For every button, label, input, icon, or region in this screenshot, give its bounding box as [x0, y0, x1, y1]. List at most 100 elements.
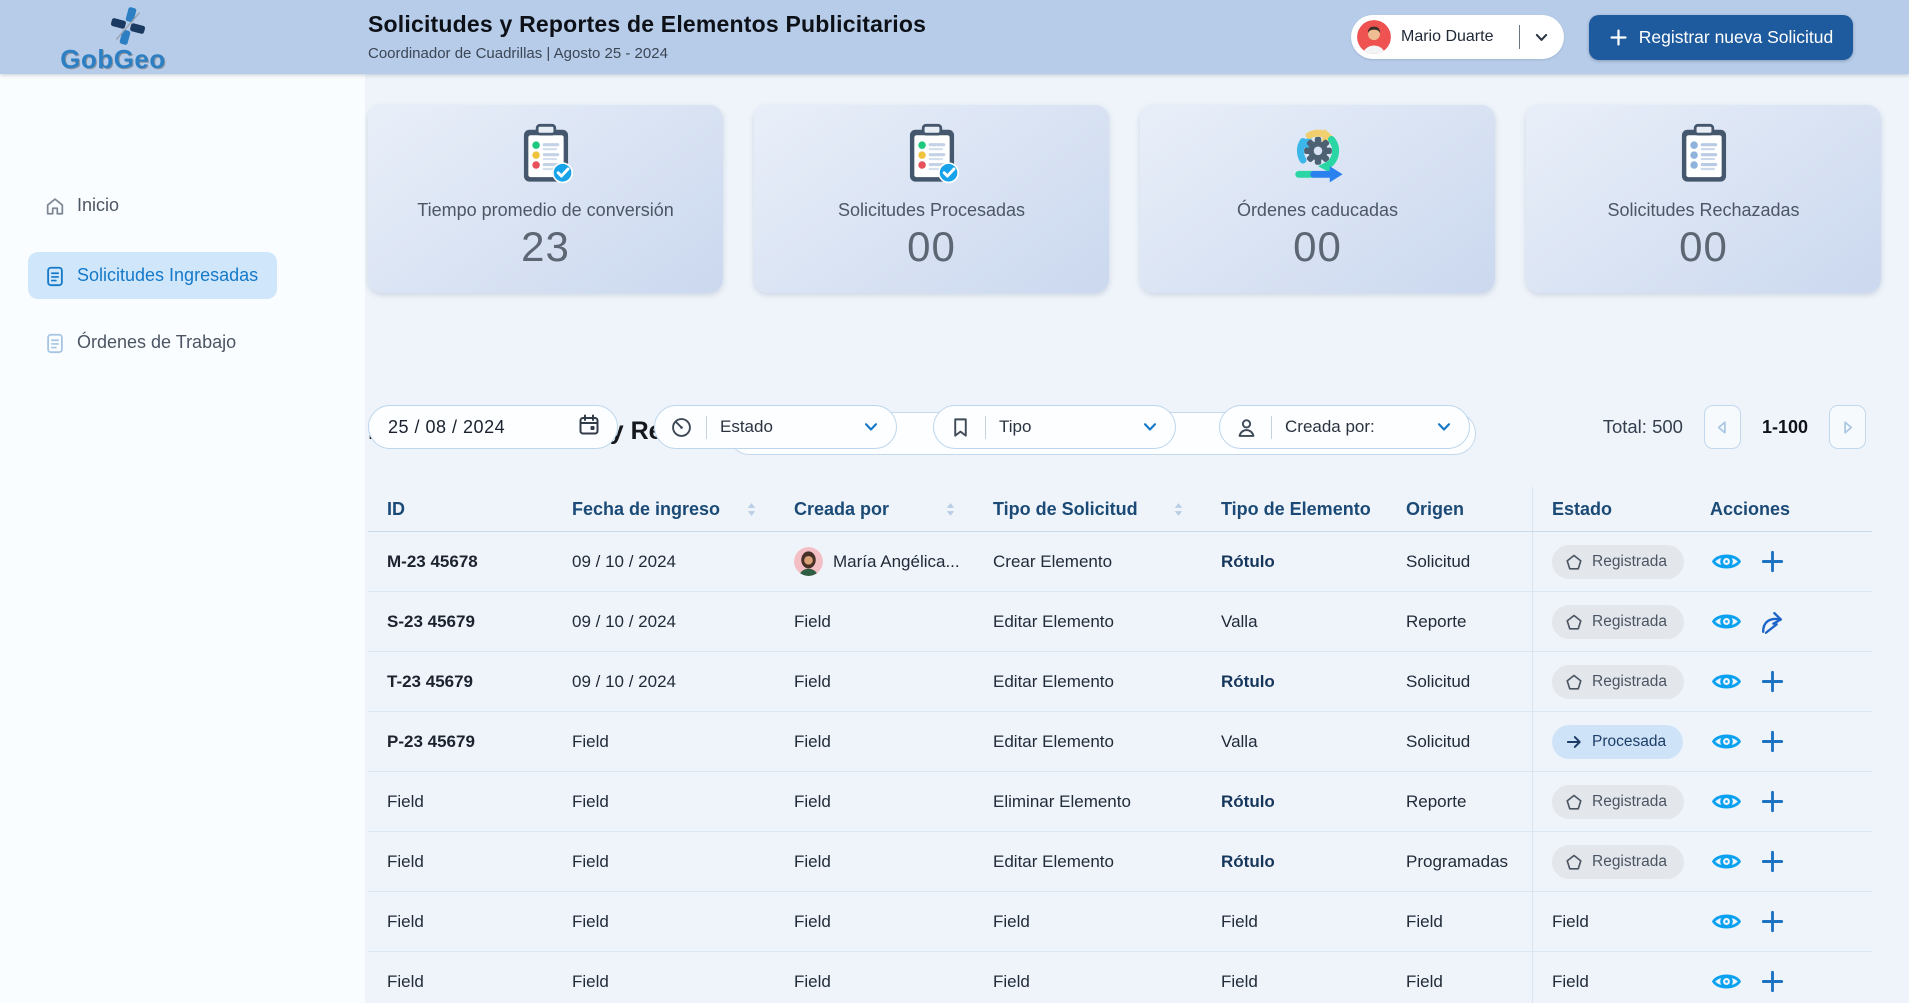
- pentagon-icon: [1565, 613, 1583, 631]
- cell-id: T-23 45679: [387, 671, 474, 691]
- cell-estado: Procesada: [1532, 712, 1691, 771]
- cell-id: M-23 45678: [387, 551, 478, 571]
- eye-icon: [1711, 550, 1742, 573]
- logo[interactable]: GobGeo: [38, 2, 188, 74]
- calendar-icon[interactable]: [577, 413, 601, 437]
- process-cycle-icon: [1285, 123, 1351, 185]
- stat-value: 00: [1679, 223, 1728, 270]
- view-button[interactable]: [1710, 546, 1742, 578]
- plus-icon: [1760, 909, 1785, 934]
- app-header: GobGeo Solicitudes y Reportes de Element…: [0, 0, 1909, 74]
- cell-tipo-elemento: Rótulo: [1221, 851, 1275, 871]
- cell-fecha: Field: [572, 851, 609, 871]
- view-button[interactable]: [1710, 726, 1742, 758]
- status-badge-registrada: Registrada: [1552, 664, 1684, 699]
- cell-estado: Registrada: [1532, 832, 1691, 891]
- view-button[interactable]: [1710, 786, 1742, 818]
- cell-origen: Reporte: [1406, 791, 1467, 811]
- status-badge-registrada: Registrada: [1552, 604, 1684, 639]
- chevron-down-icon: [1435, 418, 1453, 436]
- view-button[interactable]: [1710, 606, 1742, 638]
- col-header-id: ID: [387, 498, 405, 519]
- assign-button[interactable]: [1756, 606, 1788, 638]
- plus-icon: [1760, 969, 1785, 994]
- user-menu[interactable]: Mario Duarte: [1351, 15, 1564, 59]
- cell-creada: Field: [794, 731, 831, 751]
- status-badge-registrada: Registrada: [1552, 844, 1684, 879]
- cell-fecha: Field: [572, 731, 609, 751]
- chevron-down-icon[interactable]: [1533, 29, 1550, 46]
- add-button[interactable]: [1756, 786, 1788, 818]
- cell-id: Field: [387, 911, 424, 931]
- sort-icon[interactable]: [1172, 501, 1185, 518]
- table-row: T-23 45679 09 / 10 / 2024 Field Editar E…: [368, 652, 1872, 712]
- avatar: [1357, 20, 1391, 54]
- cell-tipo-elemento: Valla: [1221, 731, 1258, 751]
- date-filter[interactable]: 25 / 08 / 2024: [368, 405, 618, 449]
- col-header-fecha[interactable]: Fecha de ingreso: [553, 499, 775, 520]
- cell-origen: Field: [1406, 971, 1443, 991]
- add-button[interactable]: [1756, 726, 1788, 758]
- cell-acciones: [1691, 606, 1872, 638]
- add-button[interactable]: [1756, 666, 1788, 698]
- table-row: Field Field Field Editar Elemento Rótulo…: [368, 832, 1872, 892]
- cell-estado: Registrada: [1532, 592, 1691, 651]
- eye-icon: [1711, 730, 1742, 753]
- view-button[interactable]: [1710, 666, 1742, 698]
- triangle-left-icon: [1713, 418, 1732, 437]
- tipo-filter-label: Tipo: [999, 417, 1032, 436]
- col-header-acciones: Acciones: [1710, 498, 1791, 519]
- divider: [985, 415, 986, 439]
- prev-page-button[interactable]: [1703, 405, 1741, 449]
- creada-por-filter-dropdown[interactable]: Creada por:: [1219, 405, 1470, 449]
- cell-creada: Field: [794, 611, 831, 631]
- sort-icon[interactable]: [944, 501, 957, 518]
- estado-filter-dropdown[interactable]: Estado: [654, 405, 897, 449]
- cell-estado: Registrada: [1532, 532, 1691, 591]
- home-icon: [44, 195, 66, 217]
- divider: [706, 415, 707, 439]
- stat-card-solicitudes-rechazadas: Solicitudes Rechazadas 00: [1526, 105, 1881, 293]
- cell-tipo-solicitud: Field: [993, 971, 1030, 991]
- cell-acciones: [1691, 906, 1872, 938]
- assign-arrow-icon: [1758, 608, 1786, 636]
- cell-acciones: [1691, 546, 1872, 578]
- avatar: [794, 547, 823, 576]
- page-subtitle: Coordinador de Cuadrillas | Agosto 25 - …: [368, 45, 668, 62]
- table-row: S-23 45679 09 / 10 / 2024 Field Editar E…: [368, 592, 1872, 652]
- tipo-filter-dropdown[interactable]: Tipo: [933, 405, 1176, 449]
- eye-icon: [1711, 850, 1742, 873]
- pentagon-icon: [1565, 853, 1583, 871]
- cell-id: Field: [387, 791, 424, 811]
- add-button[interactable]: [1756, 846, 1788, 878]
- cell-tipo-solicitud: Eliminar Elemento: [993, 791, 1131, 811]
- sidebar-item-solicitudes-ingresadas[interactable]: Solicitudes Ingresadas: [28, 252, 277, 299]
- requests-table: ID Fecha de ingreso Creada por Tipo de S…: [368, 487, 1872, 1003]
- main-content: Tiempo promedio de conversión 23 Solicit…: [365, 74, 1909, 1003]
- view-button[interactable]: [1710, 846, 1742, 878]
- cell-fecha: 09 / 10 / 2024: [572, 611, 676, 631]
- cell-id: S-23 45679: [387, 611, 475, 631]
- cell-acciones: [1691, 726, 1872, 758]
- cell-tipo-elemento: Rótulo: [1221, 791, 1275, 811]
- view-button[interactable]: [1710, 906, 1742, 938]
- col-header-tipo-solicitud[interactable]: Tipo de Solicitud: [974, 499, 1202, 520]
- sort-icon[interactable]: [745, 501, 758, 518]
- register-new-request-button[interactable]: Registrar nueva Solicitud: [1589, 15, 1853, 60]
- stat-card-solicitudes-procesadas: Solicitudes Procesadas 00: [754, 105, 1109, 293]
- cell-tipo-elemento: Field: [1221, 971, 1258, 991]
- add-button[interactable]: [1756, 546, 1788, 578]
- table-row: Field Field Field Field Field Field Fiel…: [368, 952, 1872, 1003]
- add-button[interactable]: [1756, 906, 1788, 938]
- next-page-button[interactable]: [1829, 405, 1866, 449]
- divider: [1519, 25, 1520, 49]
- add-button[interactable]: [1756, 966, 1788, 998]
- cell-estado: Field: [1532, 892, 1691, 951]
- register-button-label: Registrar nueva Solicitud: [1638, 27, 1834, 47]
- view-button[interactable]: [1710, 966, 1742, 998]
- status-badge-registrada: Registrada: [1552, 784, 1684, 819]
- sidebar-item-ordenes-de-trabajo[interactable]: Órdenes de Trabajo: [28, 319, 277, 366]
- sidebar-item-inicio[interactable]: Inicio: [28, 182, 277, 229]
- cell-fecha: Field: [572, 791, 609, 811]
- col-header-creada-por[interactable]: Creada por: [775, 499, 974, 520]
